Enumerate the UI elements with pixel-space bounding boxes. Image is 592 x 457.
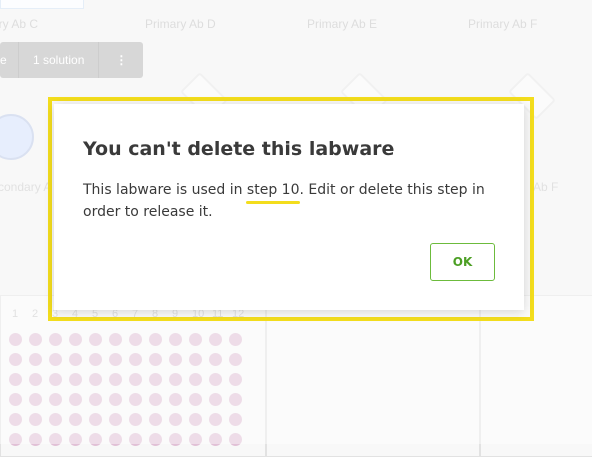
ok-button[interactable]: OK bbox=[430, 243, 495, 281]
dialog-title: You can't delete this labware bbox=[83, 138, 395, 160]
dialog-message-start: This labware is used in bbox=[83, 182, 247, 198]
step-link[interactable]: step 10 bbox=[245, 179, 301, 204]
dialog-message: This labware is used in step 10. Edit or… bbox=[83, 179, 493, 223]
cannot-delete-dialog: You can't delete this labware This labwa… bbox=[54, 104, 524, 310]
